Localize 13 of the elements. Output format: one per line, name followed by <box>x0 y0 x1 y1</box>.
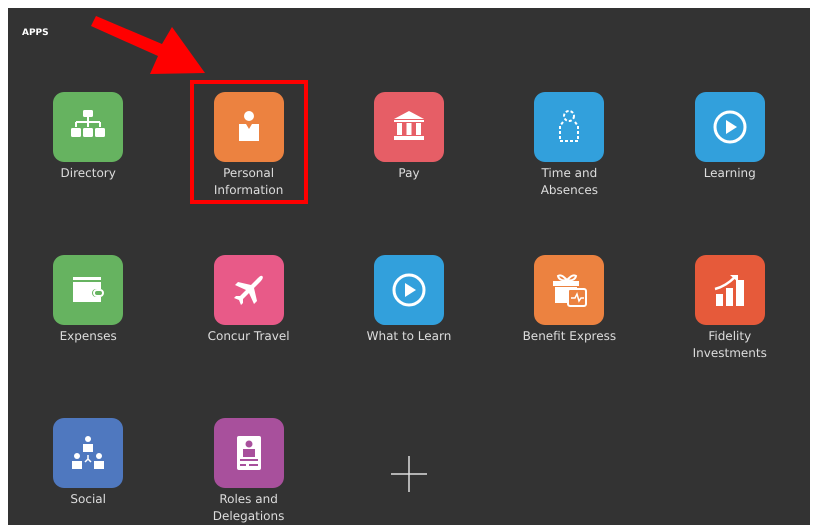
app-tile[interactable]: Social <box>29 406 148 529</box>
app-tile[interactable]: Concur Travel <box>190 243 308 367</box>
app-tile[interactable]: Time and Absences <box>510 80 628 204</box>
apps-heading: APPS <box>22 27 49 40</box>
app-tile[interactable]: Pay <box>350 80 468 204</box>
app-tile[interactable]: Fidelity Investments <box>670 243 789 367</box>
app-tile[interactable]: Directory <box>29 80 148 204</box>
app-tile[interactable]: Expenses <box>29 243 148 367</box>
app-tile[interactable]: What to Learn <box>350 243 468 367</box>
app-tile[interactable]: Benefit Express <box>510 243 628 367</box>
app-tile[interactable]: Personal Information <box>190 80 308 204</box>
app-tile[interactable]: Learning <box>670 80 789 204</box>
app-tile[interactable]: Roles and Delegations <box>190 406 308 529</box>
